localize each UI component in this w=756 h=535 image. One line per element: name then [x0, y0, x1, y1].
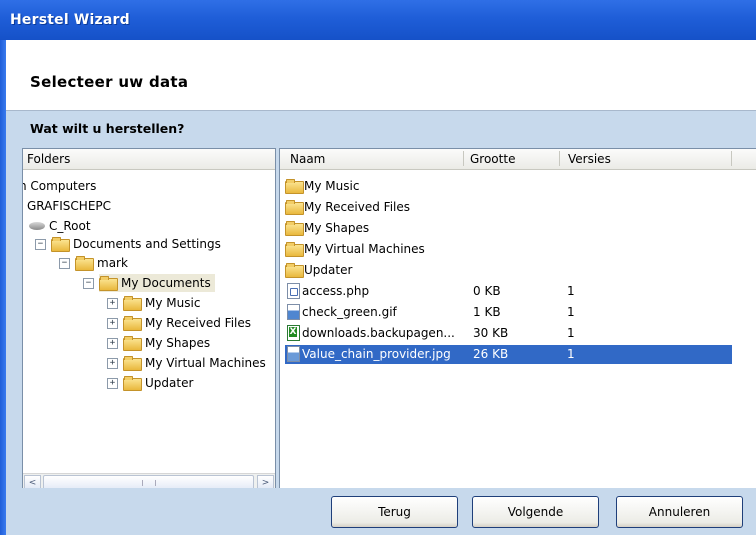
expand-toggle-my-shapes[interactable]: + [107, 338, 118, 349]
tree-item-my-received-files[interactable]: My Received Files [123, 314, 251, 332]
folder-icon [285, 221, 304, 236]
tree-item-grafischepc[interactable]: GRAFISCHEPC [27, 197, 111, 215]
list-item[interactable]: check_green.gif 1 KB 1 [280, 302, 730, 322]
tree-item-my-shapes[interactable]: My Shapes [123, 334, 210, 352]
next-button[interactable]: Volgende [472, 496, 599, 528]
folder-icon [123, 336, 142, 351]
window-title: Herstel Wizard [10, 12, 130, 28]
folder-icon [123, 296, 142, 311]
tree-item-computers[interactable]: n Computers [23, 177, 96, 195]
list-item[interactable]: My Shapes [280, 218, 730, 238]
list-item[interactable]: access.php 0 KB 1 [280, 281, 730, 301]
folders-header[interactable]: Folders [23, 149, 275, 170]
tree-item-documents-and-settings[interactable]: Documents and Settings [51, 235, 221, 253]
excel-file-icon [286, 325, 300, 341]
tree-item-my-virtual-machines[interactable]: My Virtual Machines [123, 354, 266, 372]
folder-icon [51, 237, 70, 252]
wizard-header: Selecteer uw data [6, 40, 756, 111]
list-item[interactable]: My Music [280, 176, 730, 196]
expand-toggle-my-virtual-machines[interactable]: + [107, 358, 118, 369]
list-item[interactable]: My Virtual Machines [280, 239, 730, 259]
column-divider[interactable] [731, 151, 732, 166]
folder-icon [123, 316, 142, 331]
chevron-right-icon: > [261, 478, 270, 488]
question-label: Wat wilt u herstellen? [30, 121, 185, 136]
column-divider[interactable] [463, 151, 464, 166]
folders-header-label: Folders [27, 152, 71, 166]
title-bar[interactable]: Herstel Wizard [0, 0, 756, 40]
chevron-left-icon: < [28, 478, 37, 488]
folder-icon [285, 263, 304, 278]
expand-toggle-my-music[interactable]: + [107, 298, 118, 309]
folder-icon [99, 276, 118, 291]
folders-panel: Folders n Computers GRAFISCHEPC C_Root −… [22, 148, 276, 492]
column-header-grootte[interactable]: Grootte [470, 152, 515, 166]
window-left-border [0, 40, 6, 535]
collapse-toggle-documents-and-settings[interactable]: − [35, 239, 46, 250]
page-title: Selecteer uw data [30, 73, 189, 91]
list-item-selected[interactable]: Value_chain_provider.jpg 26 KB 1 [280, 344, 732, 364]
tree-item-c-root[interactable]: C_Root [29, 217, 91, 235]
tree-item-mark[interactable]: mark [75, 254, 128, 272]
folder-icon [75, 256, 94, 271]
image-file-icon [286, 346, 300, 362]
tree-item-my-music[interactable]: My Music [123, 294, 200, 312]
image-file-icon [286, 304, 300, 320]
list-item[interactable]: downloads.backupagen... 30 KB 1 [280, 323, 730, 343]
collapse-toggle-mark[interactable]: − [59, 258, 70, 269]
tree-item-updater[interactable]: Updater [123, 374, 193, 392]
folder-icon [123, 356, 142, 371]
expand-toggle-my-received-files[interactable]: + [107, 318, 118, 329]
back-button[interactable]: Terug [331, 496, 458, 528]
column-divider[interactable] [559, 151, 560, 166]
grip-icon [142, 480, 156, 486]
php-file-icon [286, 283, 300, 299]
list-item[interactable]: Updater [280, 260, 730, 280]
folder-icon [285, 242, 304, 257]
folder-icon [123, 376, 142, 391]
folder-icon [285, 179, 304, 194]
files-panel: Naam Grootte Versies My Music My Receive… [279, 148, 756, 490]
list-item[interactable]: My Received Files [280, 197, 730, 217]
cancel-button[interactable]: Annuleren [616, 496, 743, 528]
column-header-versies[interactable]: Versies [568, 152, 611, 166]
wizard-window: Herstel Wizard Selecteer uw data Wat wil… [0, 0, 756, 535]
folder-icon [285, 200, 304, 215]
drive-icon [29, 222, 45, 230]
column-header-naam[interactable]: Naam [290, 152, 325, 166]
collapse-toggle-my-documents[interactable]: − [83, 278, 94, 289]
expand-toggle-updater[interactable]: + [107, 378, 118, 389]
files-column-header: Naam Grootte Versies [280, 149, 756, 170]
tree-item-my-documents[interactable]: My Documents [99, 274, 215, 292]
